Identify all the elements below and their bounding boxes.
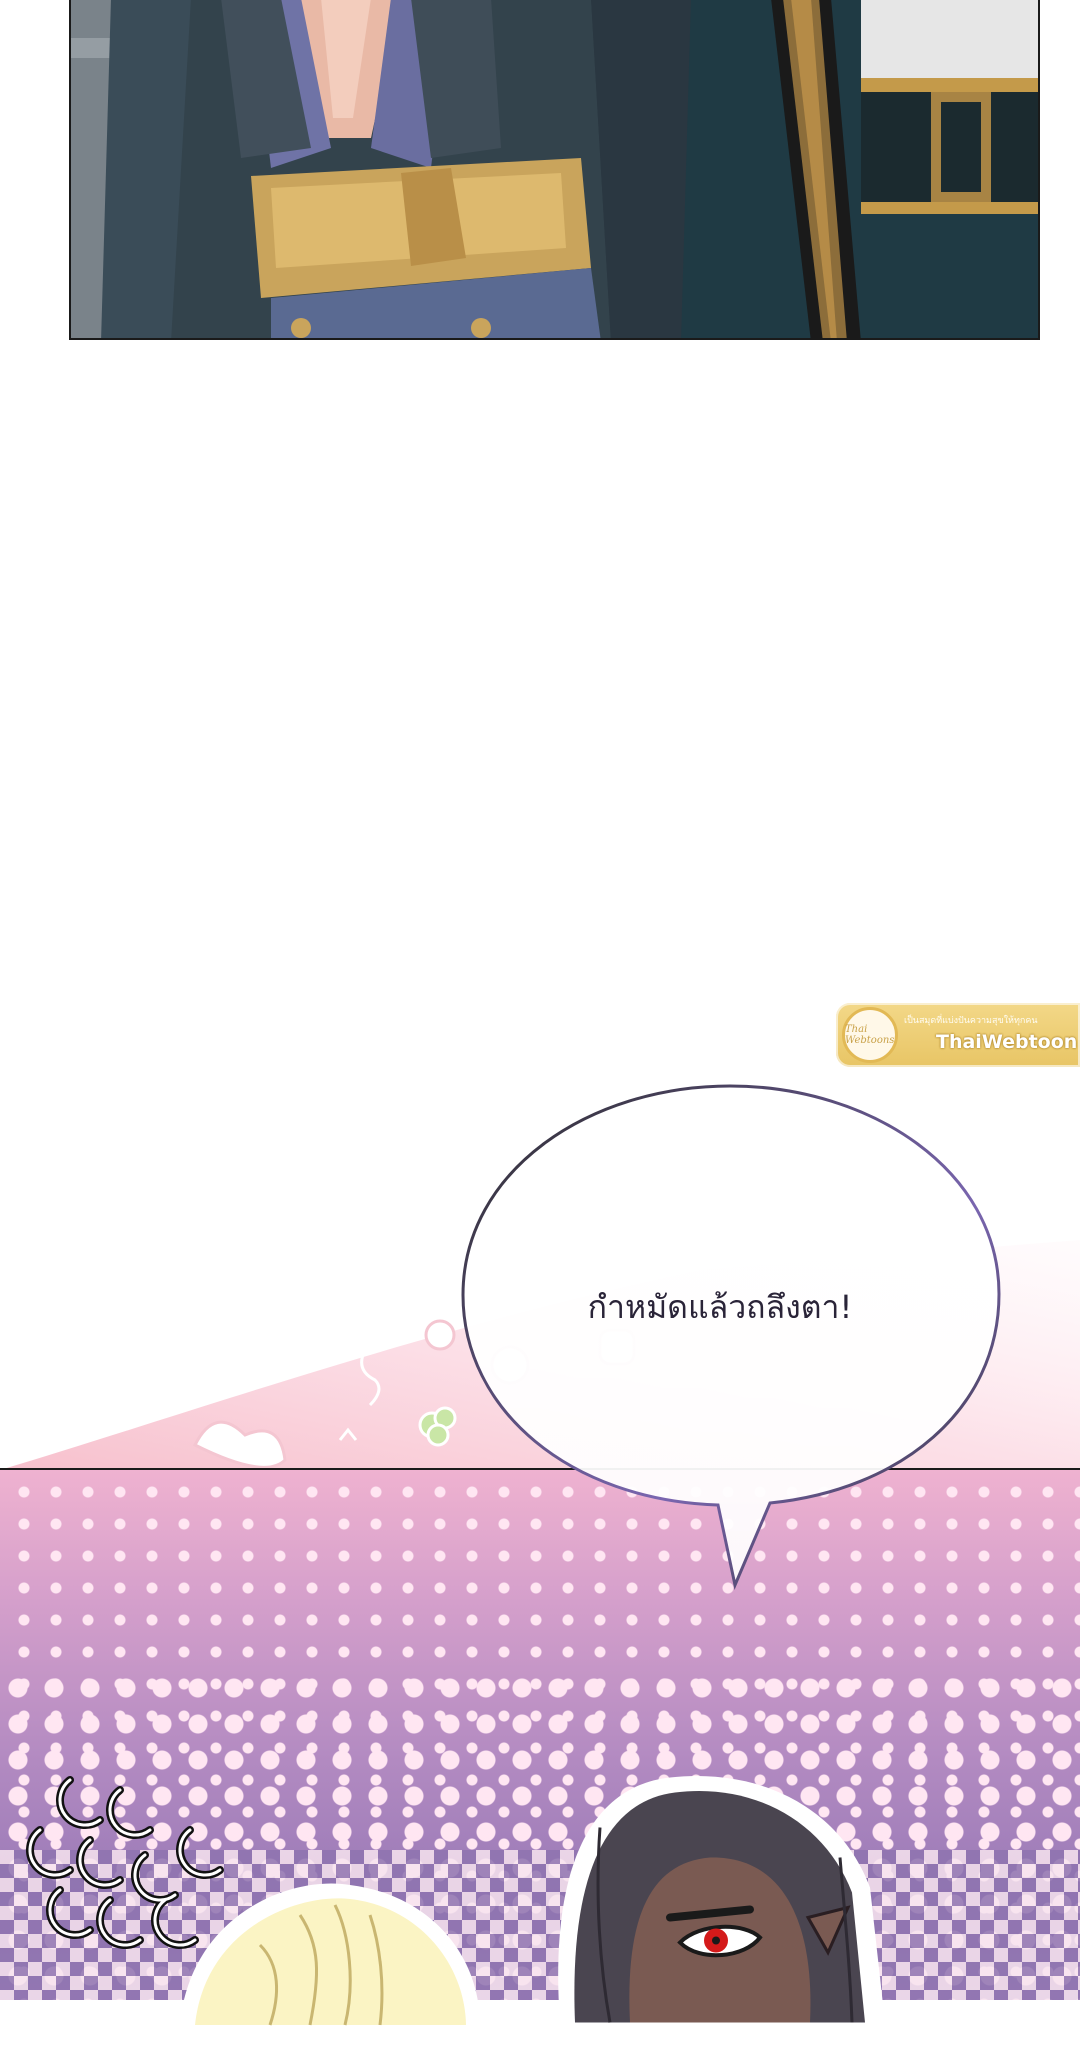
character-dark-haired-angry <box>558 1775 885 2023</box>
panel-art-characters <box>71 0 1038 338</box>
thaiwebtoon-watermark: Thai Webtoons เป็นสมุดที่แบ่งปันความสุขใ… <box>836 1003 1080 1067</box>
speech-bubble-text: กำหมัดแล้วถลึงตา! <box>587 1288 853 1326</box>
pink-background-wash <box>0 1240 1080 1470</box>
thaiwebtoon-logo: Thai Webtoons <box>842 1007 898 1063</box>
watermark-brand: ThaiWebtoon <box>936 1031 1078 1053</box>
comic-panel-top <box>69 0 1040 340</box>
character-blonde-head <box>180 1883 480 2026</box>
watermark-tagline: เป็นสมุดที่แบ่งปันความสุขให้ทุกคน <box>904 1016 1038 1026</box>
